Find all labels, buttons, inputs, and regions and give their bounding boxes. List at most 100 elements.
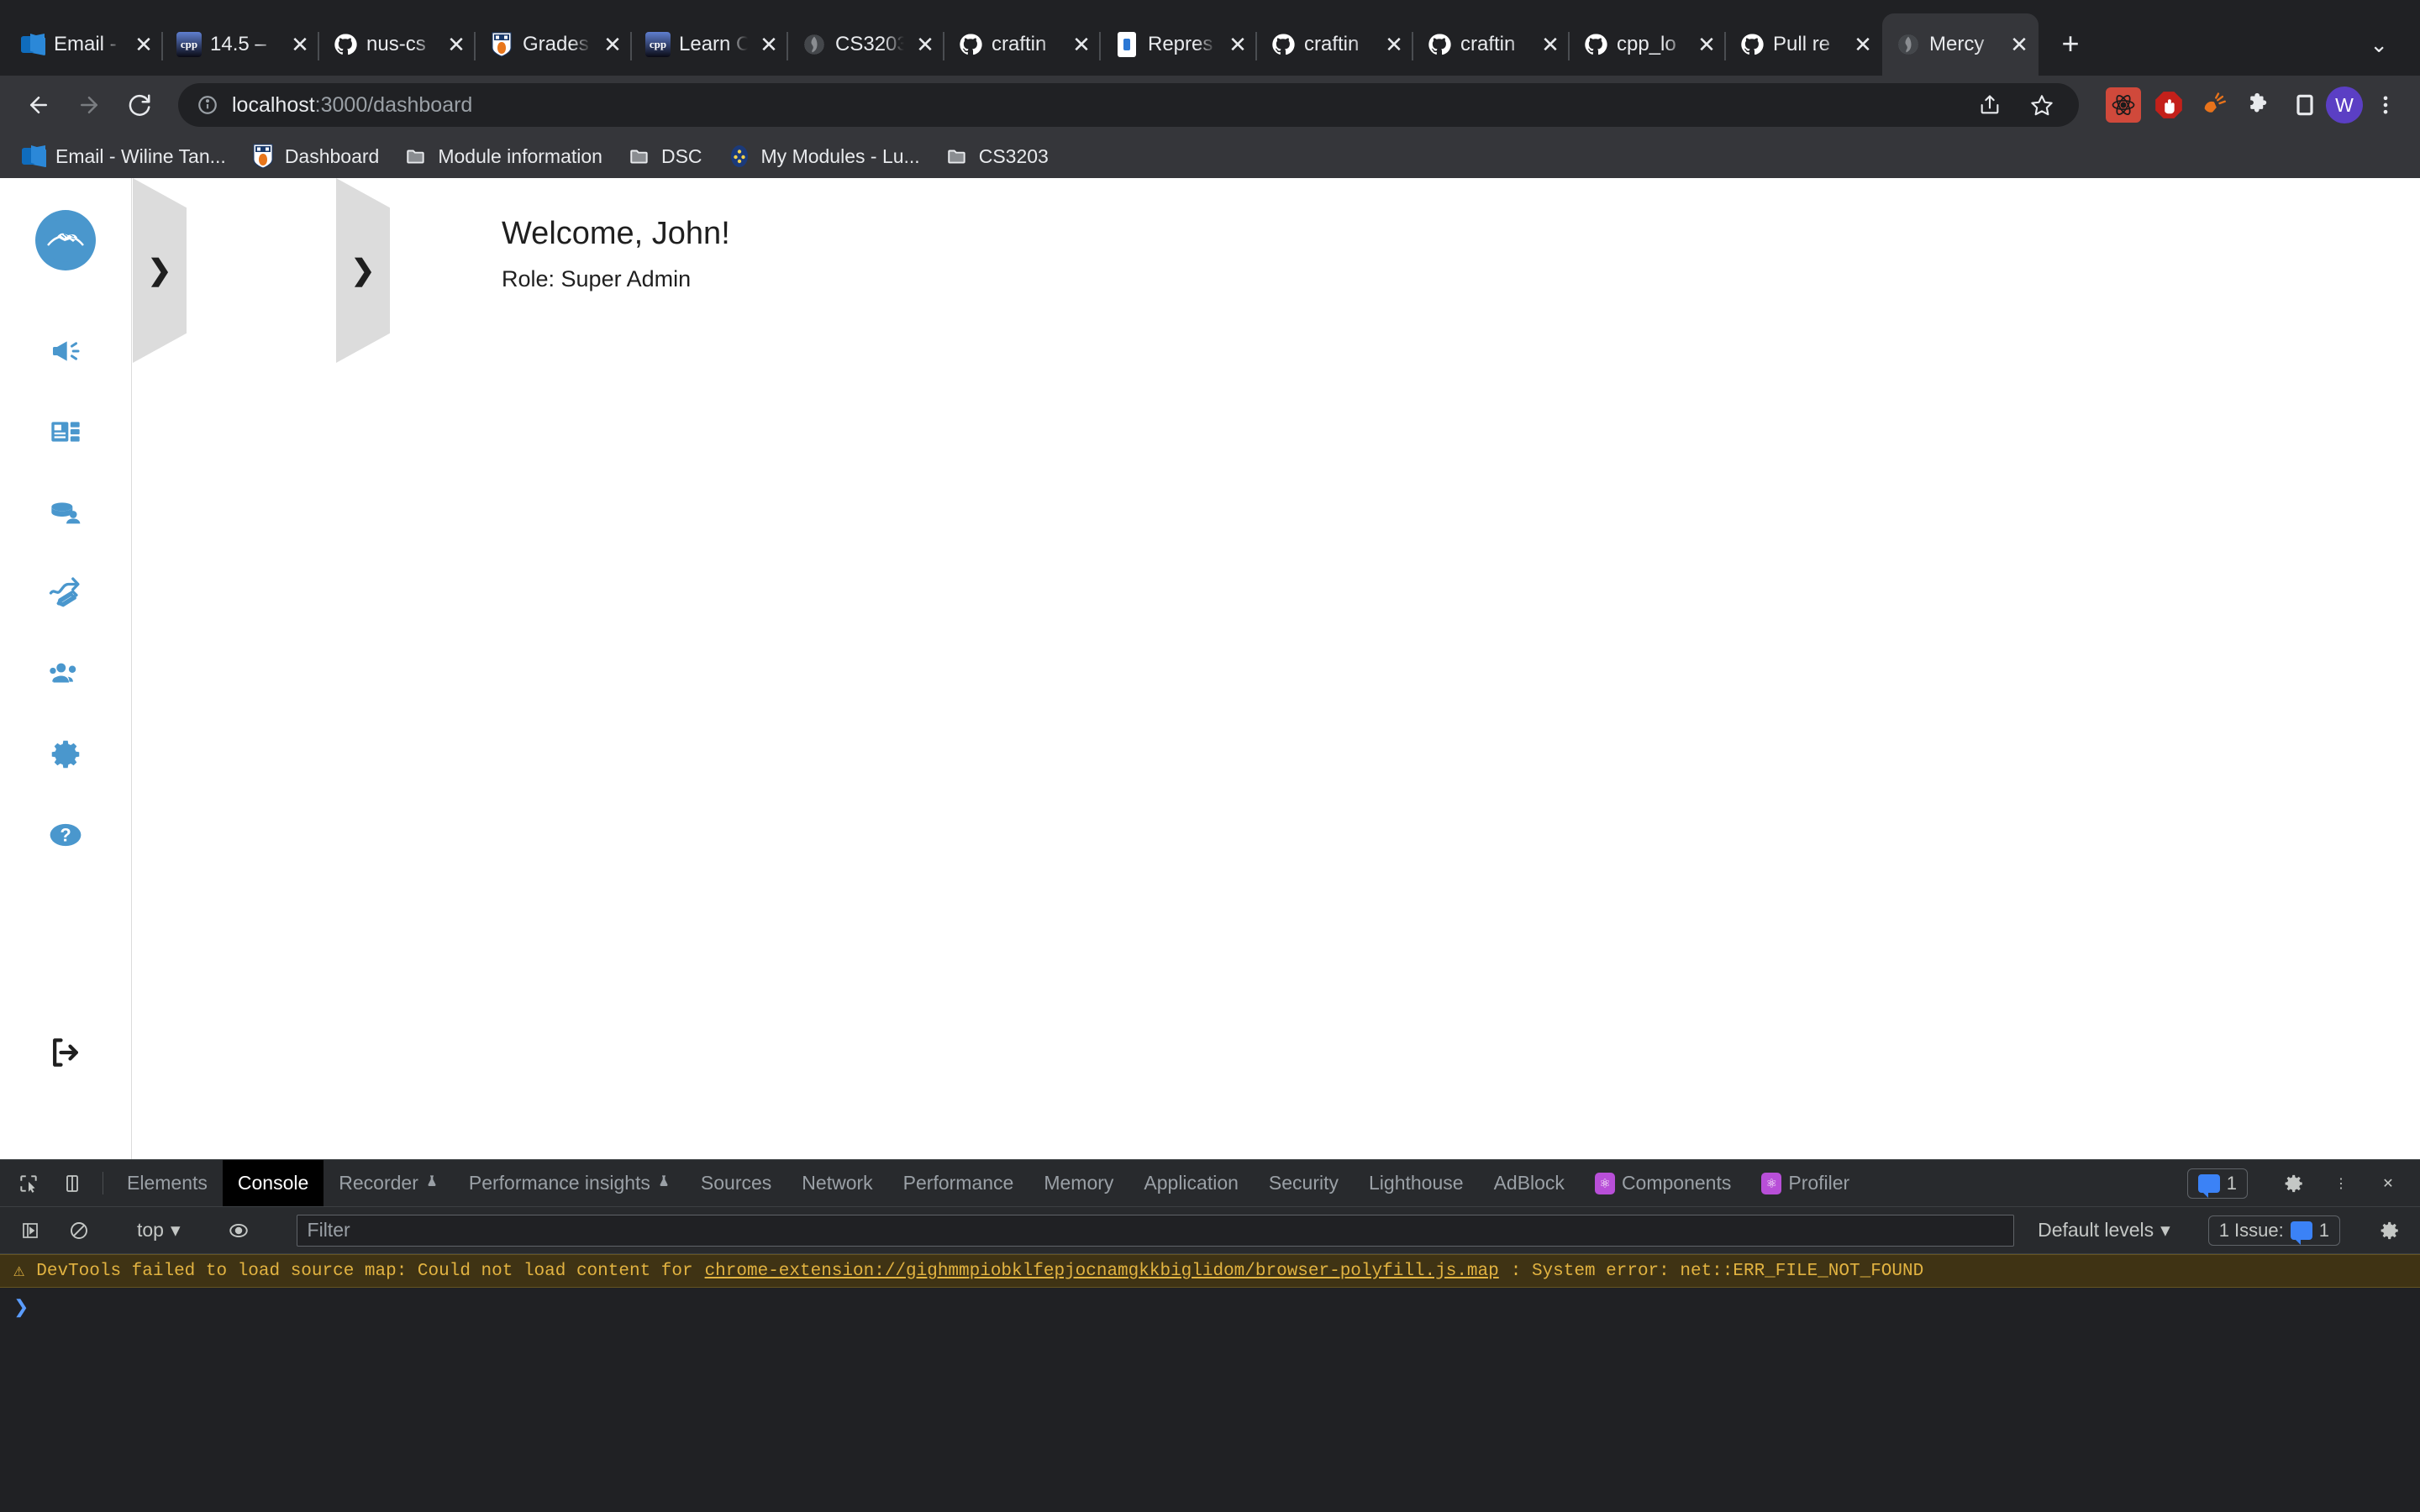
devtools-tab-application[interactable]: Application bbox=[1128, 1160, 1254, 1206]
browser-tab[interactable]: cpp 14.5 – ✕ bbox=[161, 13, 319, 76]
devtools-tab-console[interactable]: Console bbox=[222, 1160, 324, 1206]
tab-close-button[interactable]: ✕ bbox=[2007, 32, 2032, 57]
browser-tab[interactable]: Mercy ✕ bbox=[1882, 13, 2039, 76]
tab-close-button[interactable]: ✕ bbox=[756, 32, 781, 57]
tab-close-button[interactable]: ✕ bbox=[287, 32, 313, 57]
bookmark-item[interactable]: My Modules - Lu... bbox=[718, 139, 930, 173]
console-log-levels-selector[interactable]: Default levels ▾ bbox=[2028, 1219, 2181, 1242]
browser-tab[interactable]: craftin ✕ bbox=[1255, 13, 1413, 76]
tab-separator bbox=[786, 32, 788, 60]
console-context-selector[interactable]: top ▾ bbox=[129, 1219, 189, 1242]
console-issues-button[interactable]: 1 Issue: 1 bbox=[2207, 1215, 2340, 1246]
tab-close-button[interactable]: ✕ bbox=[444, 32, 469, 57]
tab-separator bbox=[1724, 32, 1726, 60]
sidebar-item-members[interactable] bbox=[25, 633, 106, 714]
console-warning-message[interactable]: ⚠ DevTools failed to load source map: Co… bbox=[0, 1254, 2420, 1288]
tab-close-button[interactable]: ✕ bbox=[131, 32, 156, 57]
bookmark-item[interactable]: Module information bbox=[394, 139, 613, 173]
devtools-tab-recorder[interactable]: Recorder bbox=[324, 1160, 454, 1206]
extensions-puzzle-icon[interactable] bbox=[2242, 87, 2277, 123]
side-panel-icon[interactable] bbox=[2287, 87, 2323, 123]
issues-counter-button[interactable]: 1 bbox=[2186, 1168, 2248, 1199]
address-bar[interactable]: localhost:3000/dashboard bbox=[178, 83, 2079, 127]
tab-close-button[interactable]: ✕ bbox=[600, 32, 625, 57]
inspect-element-icon[interactable] bbox=[7, 1160, 50, 1206]
bookmark-label: Email - Wiline Tan... bbox=[55, 144, 226, 167]
sidebar-item-news[interactable] bbox=[25, 391, 106, 472]
bookmark-star-icon[interactable] bbox=[2022, 85, 2062, 125]
tab-close-button[interactable]: ✕ bbox=[1850, 32, 1876, 57]
devtools-close-icon[interactable]: ✕ bbox=[2366, 1175, 2410, 1192]
browser-tab[interactable]: cpp_lo ✕ bbox=[1568, 13, 1726, 76]
logout-button[interactable] bbox=[25, 1023, 106, 1082]
site-info-icon[interactable] bbox=[197, 94, 218, 116]
browser-tab[interactable]: Repres ✕ bbox=[1099, 13, 1257, 76]
devtools-tab-elements[interactable]: Elements bbox=[112, 1160, 223, 1206]
bookmark-item[interactable]: DSC bbox=[618, 139, 713, 173]
browser-tab[interactable]: Grades ✕ bbox=[474, 13, 632, 76]
sidebar-item-settings[interactable] bbox=[25, 714, 106, 795]
warning-message-link[interactable]: chrome-extension://gighmmpiobklfepjocnam… bbox=[705, 1262, 1499, 1281]
sidebar-item-data-users[interactable] bbox=[25, 472, 106, 553]
tab-close-button[interactable]: ✕ bbox=[1538, 32, 1563, 57]
new-tab-button[interactable]: + bbox=[2047, 20, 2094, 67]
browser-tab[interactable]: CS3203 ✕ bbox=[786, 13, 944, 76]
react-devtools-icon[interactable] bbox=[2106, 87, 2141, 123]
secondary-panel-toggle-handle[interactable]: ❯ bbox=[336, 178, 390, 363]
tab-title: Repres bbox=[1148, 33, 1213, 55]
adblock-extension-icon[interactable] bbox=[2196, 87, 2232, 123]
ublock-origin-icon[interactable] bbox=[2151, 87, 2186, 123]
browser-tab[interactable]: Pull re ✕ bbox=[1724, 13, 1882, 76]
bookmark-item[interactable]: o Email - Wiline Tan... bbox=[12, 139, 236, 173]
live-expression-eye-icon[interactable] bbox=[217, 1220, 260, 1242]
tab-close-button[interactable]: ✕ bbox=[1069, 32, 1094, 57]
devtools-tab-components[interactable]: ⚛ Components bbox=[1580, 1160, 1746, 1206]
browser-tab[interactable]: craftin ✕ bbox=[1412, 13, 1570, 76]
devtools-tab-network[interactable]: Network bbox=[786, 1160, 887, 1206]
tab-close-button[interactable]: ✕ bbox=[1225, 32, 1250, 57]
browser-tab[interactable]: nus-cs ✕ bbox=[318, 13, 476, 76]
devtools-tab-label: Performance insights bbox=[468, 1172, 650, 1194]
back-button[interactable] bbox=[15, 81, 62, 129]
sidebar-item-announcements[interactable] bbox=[25, 311, 106, 391]
console-sidebar-toggle-icon[interactable] bbox=[8, 1221, 52, 1241]
console-filter-box[interactable] bbox=[296, 1214, 2015, 1247]
devtools-tab-profiler[interactable]: ⚛ Profiler bbox=[1746, 1160, 1865, 1206]
devtools-tab-sources[interactable]: Sources bbox=[686, 1160, 786, 1206]
device-toolbar-icon[interactable] bbox=[50, 1160, 94, 1206]
devtools-tab-adblock[interactable]: AdBlock bbox=[1479, 1160, 1580, 1206]
sidebar-item-analytics[interactable] bbox=[25, 553, 106, 633]
browser-tab[interactable]: cpp Learn C ✕ bbox=[630, 13, 788, 76]
devtools-tab-performance-insights[interactable]: Performance insights bbox=[454, 1160, 686, 1206]
console-output[interactable]: ⚠ DevTools failed to load source map: Co… bbox=[0, 1254, 2420, 1512]
console-settings-gear-icon[interactable] bbox=[2368, 1220, 2412, 1242]
devtools-tab-label: Network bbox=[802, 1172, 873, 1194]
bookmark-item[interactable]: CS3203 bbox=[935, 139, 1059, 173]
devtools-tab-performance[interactable]: Performance bbox=[888, 1160, 1029, 1206]
browser-menu-icon[interactable] bbox=[2366, 86, 2405, 124]
devtools-tab-security[interactable]: Security bbox=[1254, 1160, 1354, 1206]
browser-tab[interactable]: craftin ✕ bbox=[943, 13, 1101, 76]
github-icon bbox=[333, 32, 358, 57]
phone-icon bbox=[1114, 32, 1139, 57]
handshake-logo-icon[interactable] bbox=[35, 210, 96, 270]
tab-search-chevron-icon[interactable]: ⌄ bbox=[2351, 32, 2407, 58]
forward-button[interactable] bbox=[66, 81, 113, 129]
reload-button[interactable] bbox=[116, 81, 163, 129]
share-icon[interactable] bbox=[1970, 85, 2010, 125]
bookmark-item[interactable]: Dashboard bbox=[241, 139, 390, 173]
devtools-tab-lighthouse[interactable]: Lighthouse bbox=[1354, 1160, 1479, 1206]
clear-console-icon[interactable] bbox=[57, 1221, 101, 1241]
tab-close-button[interactable]: ✕ bbox=[913, 32, 938, 57]
console-prompt-row[interactable]: ❯ bbox=[0, 1288, 2420, 1326]
tab-close-button[interactable]: ✕ bbox=[1694, 32, 1719, 57]
browser-tab[interactable]: o Email - ✕ bbox=[7, 13, 163, 76]
left-panel-toggle-handle[interactable]: ❯ bbox=[133, 178, 187, 363]
devtools-tab-memory[interactable]: Memory bbox=[1028, 1160, 1128, 1206]
sidebar-item-help[interactable]: ? bbox=[25, 795, 106, 875]
devtools-more-icon[interactable]: ⋮ bbox=[2319, 1175, 2363, 1192]
devtools-settings-gear-icon[interactable] bbox=[2272, 1173, 2316, 1194]
profile-avatar[interactable]: W bbox=[2326, 87, 2363, 123]
console-filter-input[interactable] bbox=[307, 1219, 2004, 1242]
tab-close-button[interactable]: ✕ bbox=[1381, 32, 1407, 57]
